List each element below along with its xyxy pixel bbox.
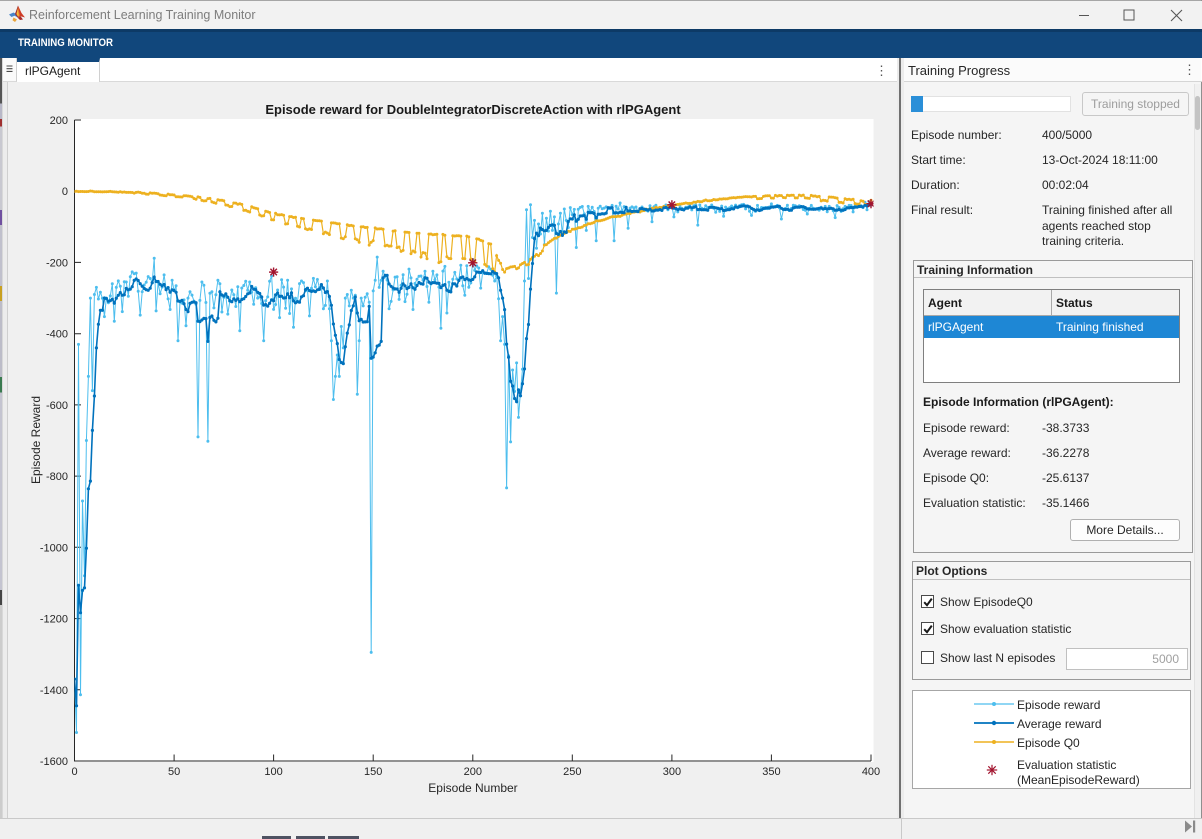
svg-text:50: 50 [168, 766, 180, 778]
svg-text:-800: -800 [46, 471, 68, 483]
svg-text:200: 200 [50, 115, 68, 127]
svg-text:-1000: -1000 [40, 542, 68, 554]
svg-text:-1400: -1400 [40, 685, 68, 697]
svg-text:-1200: -1200 [40, 614, 68, 626]
svg-text:-600: -600 [46, 400, 68, 412]
svg-text:-200: -200 [46, 257, 68, 269]
svg-text:Episode Number: Episode Number [428, 781, 517, 795]
svg-text:100: 100 [264, 766, 282, 778]
svg-text:150: 150 [364, 766, 382, 778]
svg-text:-1600: -1600 [40, 756, 68, 768]
svg-text:400: 400 [862, 766, 880, 778]
svg-text:0: 0 [62, 186, 68, 198]
svg-text:-400: -400 [46, 329, 68, 341]
svg-text:300: 300 [663, 766, 681, 778]
svg-text:Episode reward for DoubleInteg: Episode reward for DoubleIntegratorDiscr… [265, 102, 681, 117]
svg-text:0: 0 [71, 766, 77, 778]
svg-text:250: 250 [563, 766, 581, 778]
svg-text:200: 200 [464, 766, 482, 778]
svg-text:350: 350 [762, 766, 780, 778]
svg-text:Episode Reward: Episode Reward [29, 396, 43, 484]
